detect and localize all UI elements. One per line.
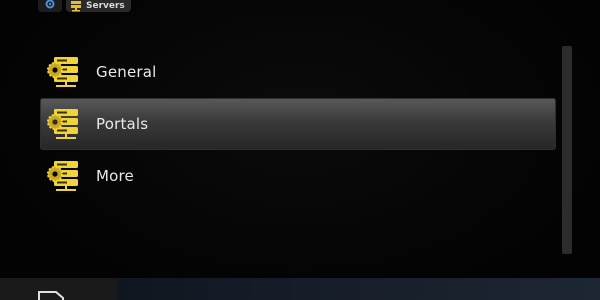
scrollbar[interactable] bbox=[562, 46, 572, 254]
bottom-tab[interactable] bbox=[0, 278, 118, 300]
gear-icon bbox=[38, 0, 62, 12]
settings-screen: Servers General Portals More bbox=[0, 0, 600, 300]
settings-menu: General Portals More bbox=[40, 46, 556, 202]
server-gear-icon bbox=[47, 109, 78, 139]
server-gear-icon bbox=[47, 161, 78, 191]
menu-item-more[interactable]: More bbox=[40, 150, 556, 202]
menu-item-label: General bbox=[96, 63, 157, 81]
folder-icon bbox=[38, 291, 64, 300]
server-icon bbox=[71, 1, 81, 12]
server-gear-icon bbox=[47, 57, 78, 87]
menu-item-portals[interactable]: Portals bbox=[40, 98, 556, 150]
breadcrumb-chip: Servers bbox=[66, 0, 131, 12]
menu-item-general[interactable]: General bbox=[40, 46, 556, 98]
breadcrumb: Servers bbox=[38, 0, 131, 12]
menu-item-label: More bbox=[96, 167, 134, 185]
menu-item-label: Portals bbox=[96, 115, 149, 133]
breadcrumb-label: Servers bbox=[86, 1, 125, 11]
